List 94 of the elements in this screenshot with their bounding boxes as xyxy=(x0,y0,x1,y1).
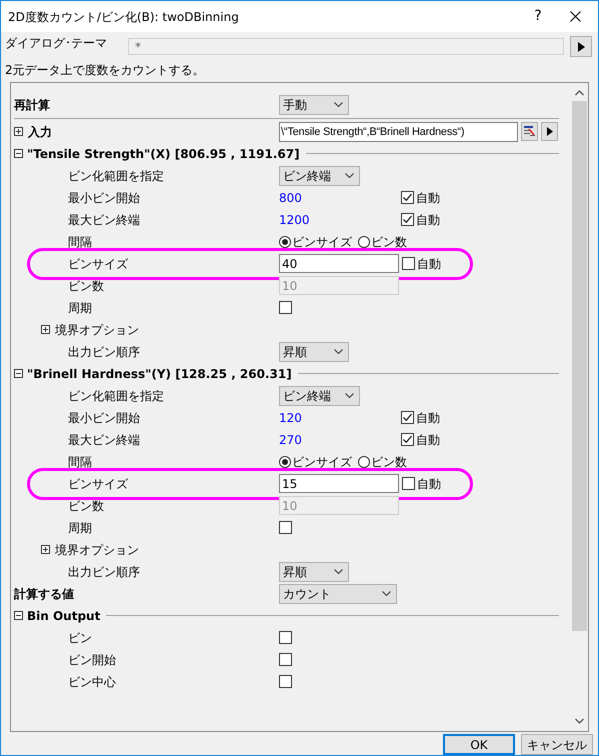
checkbox[interactable] xyxy=(402,477,415,490)
dropdown[interactable]: カウント xyxy=(279,584,397,604)
field-label: 最小ビン開始 xyxy=(68,410,140,427)
field-label: ビンサイズ xyxy=(68,256,128,273)
chevron-down-icon xyxy=(345,393,354,398)
field-label: 再計算 xyxy=(14,96,50,114)
input-range-field[interactable]: \“Tensile Strength“,B“Brinell Hardness“) xyxy=(279,122,518,142)
collapse-icon[interactable] xyxy=(14,149,23,158)
checkbox-label: 自動 xyxy=(416,432,440,449)
collapse-icon[interactable] xyxy=(14,611,23,620)
dropdown[interactable]: ビン終端 xyxy=(279,386,360,406)
radio-button[interactable] xyxy=(358,456,370,468)
chevron-down-icon xyxy=(382,591,391,596)
dropdown[interactable]: 手動 xyxy=(279,94,349,115)
field-label: 周期 xyxy=(68,300,92,317)
close-icon xyxy=(570,11,581,22)
description-text: 2元データ上で度数をカウントする。 xyxy=(5,62,206,79)
checkbox[interactable] xyxy=(279,301,292,314)
field-label: 最大ビン終端 xyxy=(68,432,140,449)
field-label: 出力ビン順序 xyxy=(68,344,140,361)
checkbox-label: 自動 xyxy=(416,212,440,229)
field-label: ビン xyxy=(68,630,92,647)
radio-button[interactable] xyxy=(279,456,291,468)
help-button[interactable]: ? xyxy=(523,6,553,27)
expand-icon[interactable] xyxy=(41,325,50,334)
expand-icon[interactable] xyxy=(14,127,23,136)
field-label: 境界オプション xyxy=(55,322,139,339)
checkbox[interactable] xyxy=(401,411,414,424)
checkbox[interactable] xyxy=(279,653,292,666)
checkbox[interactable] xyxy=(402,257,415,270)
field-label: ビン数 xyxy=(68,498,104,515)
field-label: "Brinell Hardness"(Y) [128.25 , 260.31] xyxy=(27,366,292,383)
menu-arrow-button[interactable] xyxy=(541,122,558,142)
play-icon xyxy=(578,42,584,52)
checkbox[interactable] xyxy=(279,521,292,534)
value-text: 1200 xyxy=(279,212,311,229)
chevron-down-icon xyxy=(334,349,343,354)
theme-menu-button[interactable] xyxy=(570,36,592,58)
window-title: 2D度数カウント/ビン化(B): twoDBinning xyxy=(8,8,240,26)
theme-label: ダイアログ･テーマ xyxy=(5,35,108,52)
dropdown[interactable]: 昇順 xyxy=(279,562,349,582)
checkbox[interactable] xyxy=(279,675,292,688)
field-label: 間隔 xyxy=(68,454,92,471)
field-label: 間隔 xyxy=(68,234,92,251)
value-text: 270 xyxy=(279,432,303,449)
field-label: "Tensile Strength"(X) [806.95 , 1191.67] xyxy=(27,146,300,163)
value-text: 800 xyxy=(279,190,303,207)
checkbox[interactable] xyxy=(401,191,414,204)
field-label: Bin Output xyxy=(27,608,100,625)
field-label: ビン数 xyxy=(68,278,104,295)
field-label: 周期 xyxy=(68,520,92,537)
field-label: ビン化範囲を指定 xyxy=(68,168,164,185)
value-text: 120 xyxy=(279,410,303,427)
checkbox[interactable] xyxy=(279,631,292,644)
field-label: ビン開始 xyxy=(68,652,116,669)
chevron-down-icon xyxy=(334,569,343,574)
ok-button[interactable]: OK xyxy=(443,734,515,755)
chevron-down-icon xyxy=(334,102,343,108)
field-label: 計算する値 xyxy=(14,586,74,603)
field-label: 出力ビン順序 xyxy=(68,564,140,581)
field-label: 入力 xyxy=(28,124,52,141)
radio-label: ビンサイズ xyxy=(292,234,352,251)
expand-icon[interactable] xyxy=(41,545,50,554)
checkbox-label: 自動 xyxy=(417,476,441,493)
checkbox[interactable] xyxy=(401,213,414,226)
checkbox[interactable] xyxy=(401,433,414,446)
field-label: ビンサイズ xyxy=(68,476,128,493)
input-field[interactable]: 15 xyxy=(279,474,399,494)
scrollbar-thumb[interactable] xyxy=(572,100,587,631)
dropdown[interactable]: ビン終端 xyxy=(279,166,360,186)
range-picker-button[interactable] xyxy=(521,122,538,142)
radio-label: ビンサイズ xyxy=(292,454,352,471)
chevron-down-icon xyxy=(345,173,354,178)
field-label: 最小ビン開始 xyxy=(68,190,140,207)
input-field[interactable]: 40 xyxy=(279,254,399,274)
cancel-button[interactable]: キャンセル xyxy=(521,734,593,755)
field-label: 境界オプション xyxy=(55,542,139,559)
collapse-icon[interactable] xyxy=(14,369,23,378)
theme-field[interactable]: * xyxy=(128,38,564,56)
dropdown[interactable]: 昇順 xyxy=(279,342,349,362)
range-select-icon xyxy=(524,126,535,138)
play-icon xyxy=(546,127,552,136)
radio-label: ビン数 xyxy=(371,454,407,471)
checkbox-label: 自動 xyxy=(416,190,440,207)
scroll-down-icon[interactable] xyxy=(575,718,584,724)
radio-button[interactable] xyxy=(279,236,291,248)
field-label: ビン中心 xyxy=(68,674,116,691)
checkbox-label: 自動 xyxy=(416,410,440,427)
field-label: ビン化範囲を指定 xyxy=(68,388,164,405)
scroll-up-icon[interactable] xyxy=(575,90,584,96)
radio-button[interactable] xyxy=(358,236,370,248)
checkbox-label: 自動 xyxy=(417,256,441,273)
field-label: 最大ビン終端 xyxy=(68,212,140,229)
radio-label: ビン数 xyxy=(371,234,407,251)
